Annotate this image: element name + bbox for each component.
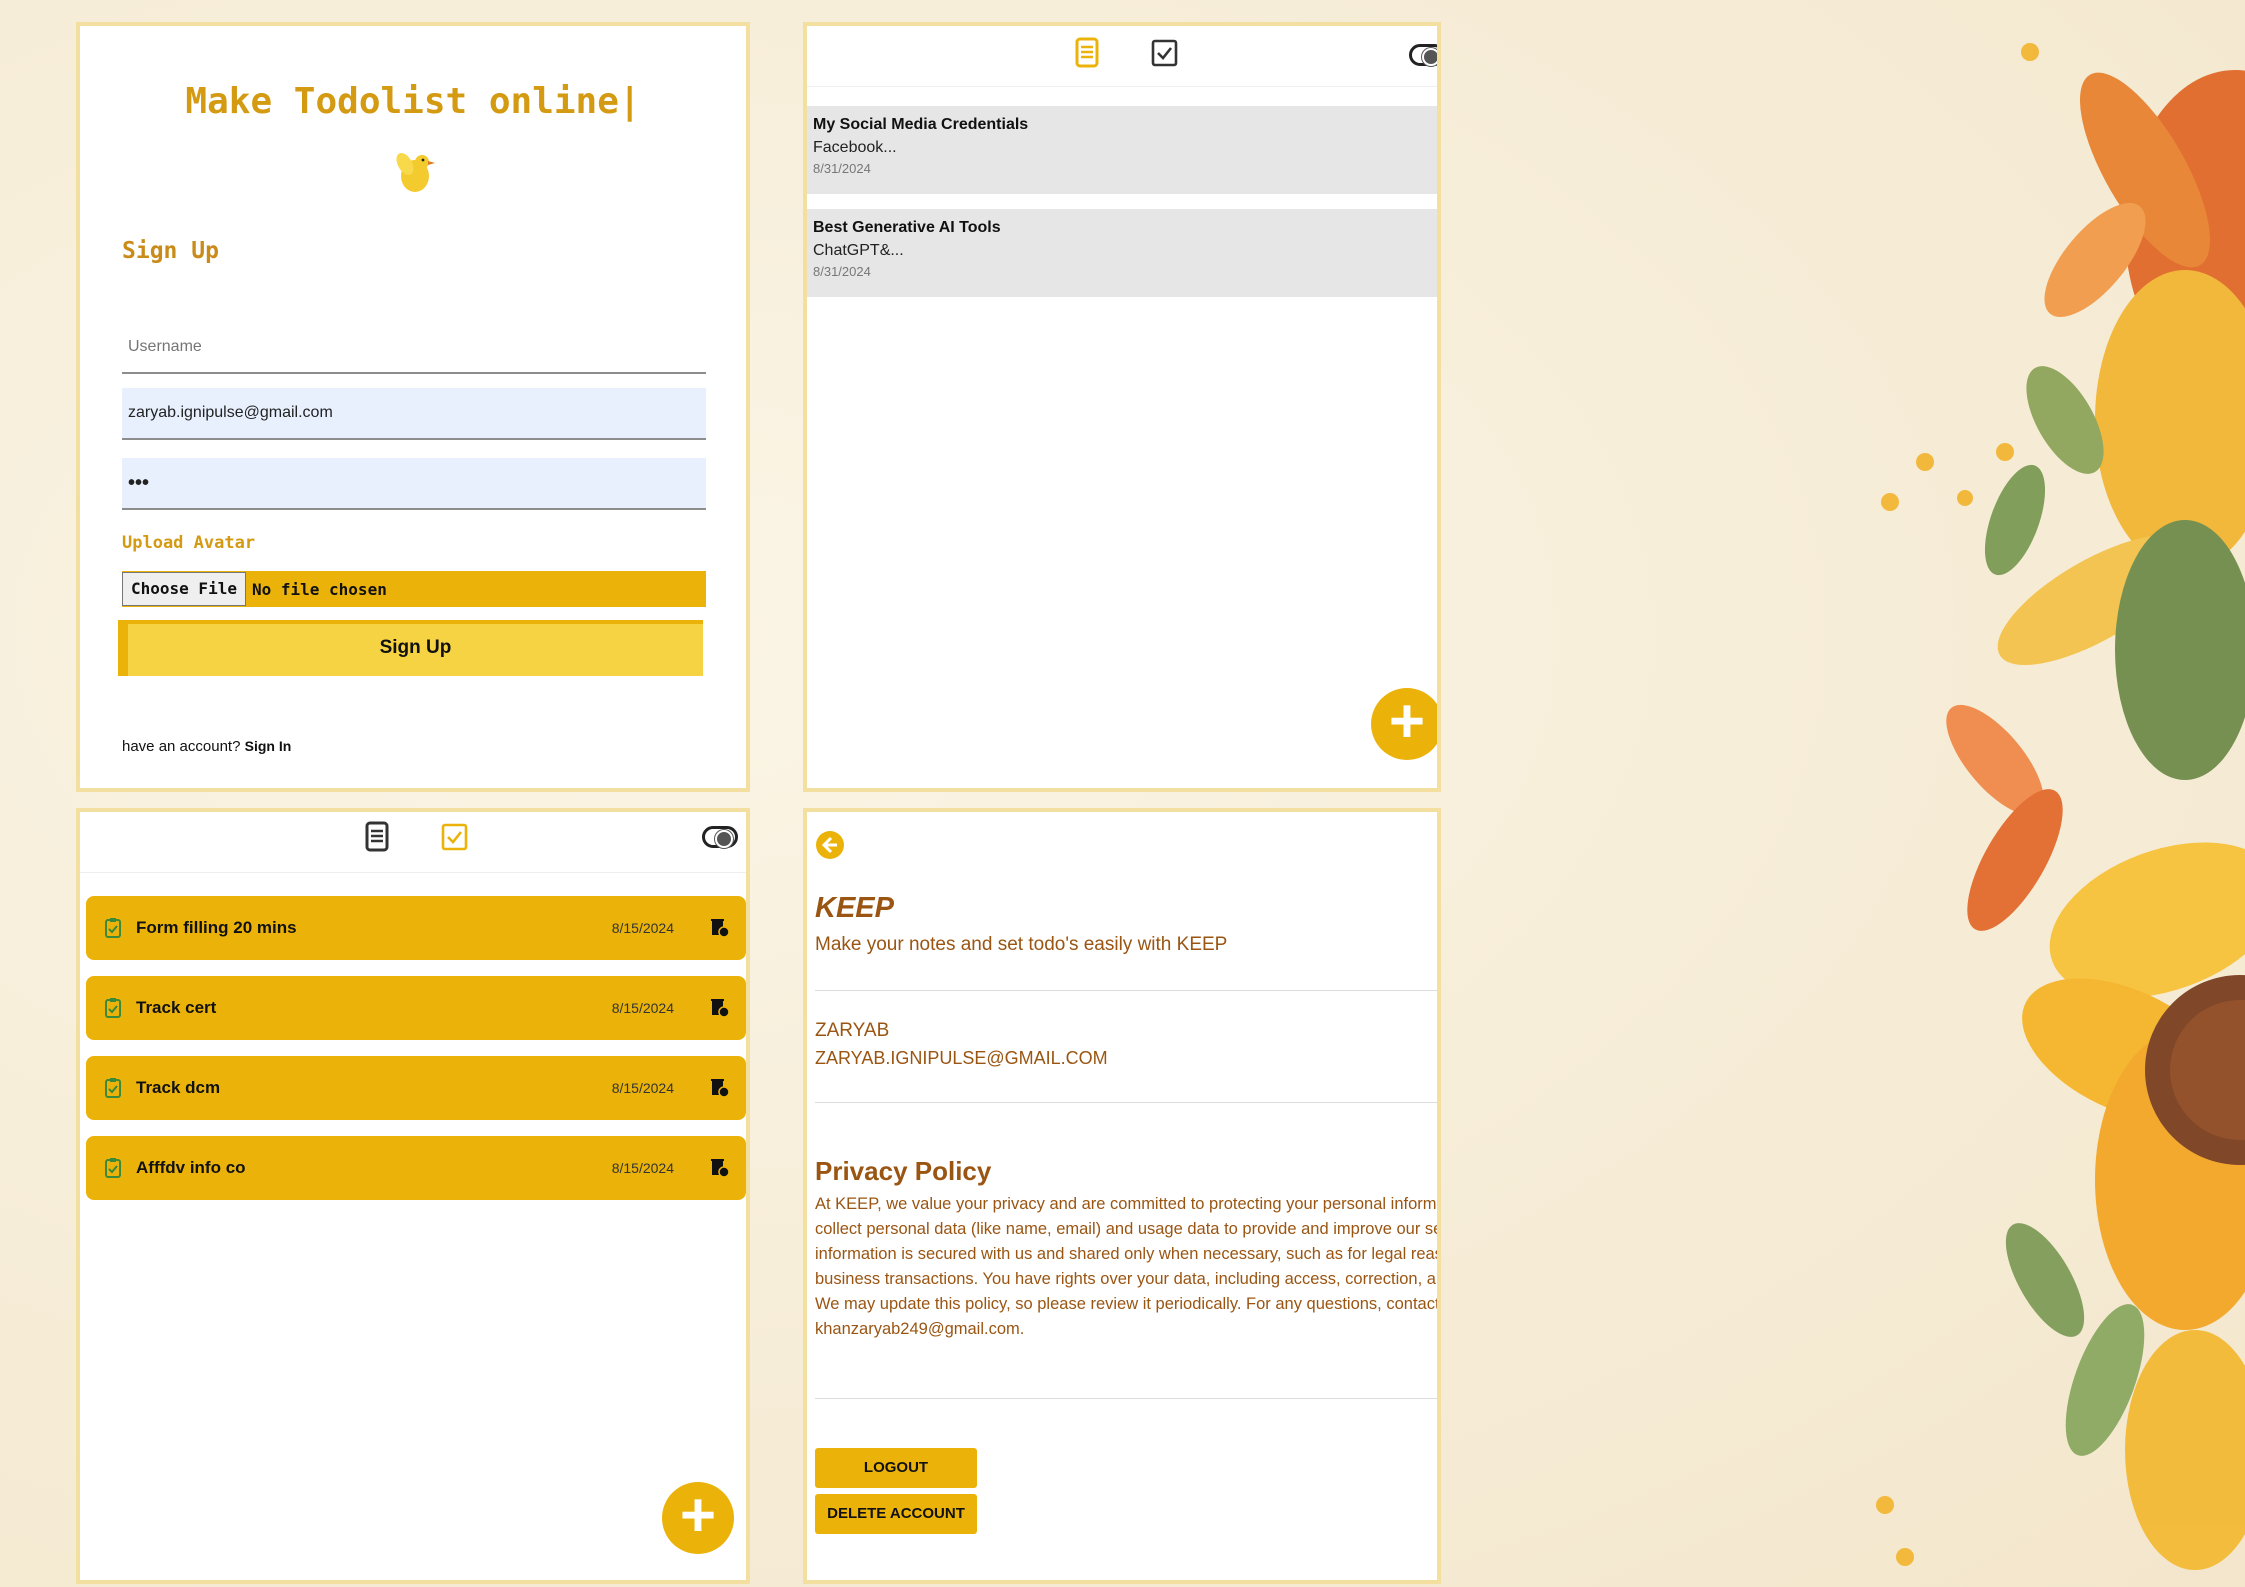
app-title: Make Todolist online| xyxy=(185,81,641,122)
privacy-policy-text: At KEEP, we value your privacy and are c… xyxy=(815,1195,1441,1338)
theme-toggle[interactable] xyxy=(1409,44,1437,66)
delete-icon[interactable] xyxy=(708,917,730,939)
clipboard-check-icon[interactable] xyxy=(102,917,124,939)
notes-panel: My Social Media Credentials Facebook... … xyxy=(803,22,1441,792)
divider xyxy=(815,1398,1437,1399)
app-name: KEEP xyxy=(815,892,894,924)
clipboard-check-icon[interactable] xyxy=(102,997,124,1019)
todo-item[interactable]: Track cert 8/15/2024 xyxy=(86,976,746,1040)
upload-avatar-label: Upload Avatar xyxy=(122,533,256,553)
todo-date: 8/15/2024 xyxy=(611,1000,674,1016)
todo-date: 8/15/2024 xyxy=(611,1080,674,1096)
sign-in-link[interactable]: Sign In xyxy=(245,738,292,754)
todo-title: Track dcm xyxy=(136,1078,221,1097)
add-todo-button[interactable]: + xyxy=(662,1482,734,1554)
floral-decoration xyxy=(1876,43,2245,1570)
todo-item[interactable]: Form filling 20 mins 8/15/2024 xyxy=(86,896,746,960)
email-input[interactable] xyxy=(122,388,706,440)
note-preview: ChatGPT&... xyxy=(813,242,904,259)
username-input[interactable] xyxy=(122,322,706,374)
bird-icon xyxy=(80,146,746,209)
note-title: My Social Media Credentials xyxy=(813,116,1029,133)
todo-title: Afffdv info co xyxy=(136,1158,246,1177)
sign-in-prompt: have an account? Sign In xyxy=(122,738,291,755)
note-date: 8/31/2024 xyxy=(813,264,871,279)
delete-account-button[interactable]: DELETE ACCOUNT xyxy=(815,1494,977,1534)
top-nav xyxy=(80,812,746,873)
avatar-file-input[interactable]: Choose File No file chosen xyxy=(122,571,706,607)
todo-date: 8/15/2024 xyxy=(611,920,674,936)
clipboard-check-icon[interactable] xyxy=(102,1077,124,1099)
notes-tab-icon[interactable] xyxy=(1070,36,1104,70)
note-preview: Facebook... xyxy=(813,139,897,156)
todo-date: 8/15/2024 xyxy=(611,1160,674,1176)
note-date: 8/31/2024 xyxy=(813,161,871,176)
theme-toggle[interactable] xyxy=(702,826,738,848)
note-title: Best Generative AI Tools xyxy=(813,219,1001,236)
delete-icon[interactable] xyxy=(708,1077,730,1099)
privacy-policy-title: Privacy Policy xyxy=(815,1156,992,1186)
todo-item[interactable]: Track dcm 8/15/2024 xyxy=(86,1056,746,1120)
todo-tab-icon[interactable] xyxy=(1147,36,1181,70)
delete-icon[interactable] xyxy=(708,997,730,1019)
signup-heading: Sign Up xyxy=(122,238,219,264)
top-nav xyxy=(807,26,1437,87)
note-card[interactable]: My Social Media Credentials Facebook... … xyxy=(807,106,1437,194)
profile-panel: KEEP Make your notes and set todo's easi… xyxy=(803,808,1441,1584)
choose-file-button[interactable]: Choose File xyxy=(122,572,246,606)
file-status-text: No file chosen xyxy=(251,579,387,599)
note-card[interactable]: Best Generative AI Tools ChatGPT&... 8/3… xyxy=(807,209,1437,297)
app-tagline: Make your notes and set todo's easily wi… xyxy=(815,934,1228,955)
todo-tab-icon[interactable] xyxy=(437,820,471,854)
sign-up-button[interactable]: Sign Up xyxy=(118,620,703,676)
divider xyxy=(815,1102,1437,1103)
user-email: ZARYAB.IGNIPULSE@GMAIL.COM xyxy=(815,1048,1108,1068)
add-note-button[interactable]: + xyxy=(1371,688,1437,760)
divider xyxy=(815,990,1437,991)
todo-panel: Form filling 20 mins 8/15/2024 Track cer… xyxy=(76,808,750,1584)
todo-title: Track cert xyxy=(136,998,217,1017)
have-account-text: have an account? xyxy=(122,738,241,755)
clipboard-check-icon[interactable] xyxy=(102,1157,124,1179)
password-input[interactable] xyxy=(122,458,706,510)
signup-panel: Make Todolist online| Sign Up Upload Ava… xyxy=(76,22,750,792)
todo-title: Form filling 20 mins xyxy=(136,918,297,937)
back-arrow-icon[interactable] xyxy=(815,830,845,860)
notes-tab-icon[interactable] xyxy=(360,820,394,854)
user-name: ZARYAB xyxy=(815,1020,890,1041)
delete-icon[interactable] xyxy=(708,1157,730,1179)
logout-button[interactable]: LOGOUT xyxy=(815,1448,977,1488)
todo-item[interactable]: Afffdv info co 8/15/2024 xyxy=(86,1136,746,1200)
